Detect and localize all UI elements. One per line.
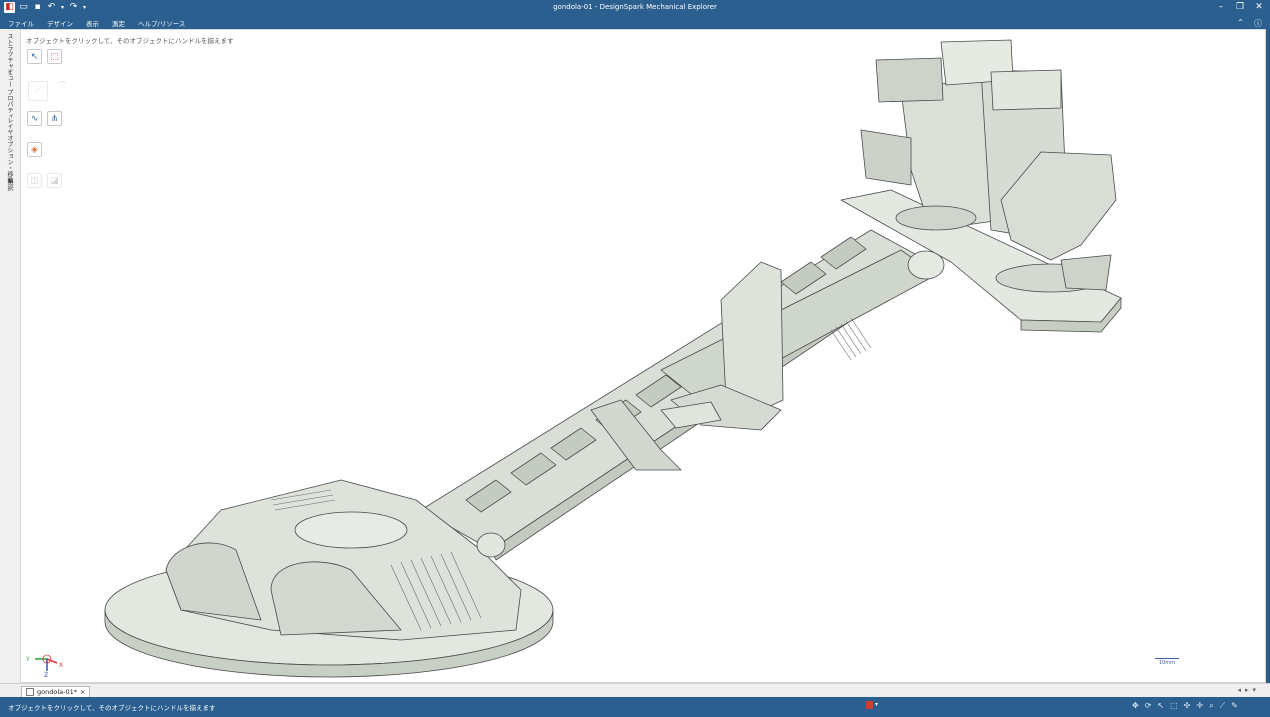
scale-bar: 10mm: [1155, 658, 1179, 666]
close-icon[interactable]: ✕: [1254, 2, 1264, 13]
gondola-3d-model[interactable]: [21, 30, 1267, 684]
triad-y-label: Y: [25, 656, 30, 663]
window-title: gondola-01 - DesignSpark Mechanical Expl…: [553, 3, 717, 11]
scale-label: 10mm: [1158, 660, 1176, 666]
menu-measure[interactable]: 測定: [112, 18, 125, 28]
close-icon[interactable]: ×: [80, 688, 85, 696]
triad-z-label: Z: [44, 672, 48, 677]
spin-icon[interactable]: ⟳: [1145, 701, 1152, 711]
chevron-down-icon[interactable]: ▾: [875, 701, 878, 708]
tab-view[interactable]: ビュー: [5, 69, 14, 87]
select-mode-icon[interactable]: ↖: [1157, 701, 1164, 711]
menu-help-resources[interactable]: ヘルプ/リソース: [138, 18, 185, 28]
status-message: オブジェクトをクリックして、そのオブジェクトにハンドルを揃えます: [8, 704, 216, 712]
view-orient-icon[interactable]: ✣: [1184, 701, 1191, 711]
tab-scroll-right-icon[interactable]: ▸: [1245, 686, 1249, 694]
document-tab-bar: gondola-01* × ◂ ▸ ▾: [0, 683, 1270, 698]
tab-scroll-left-icon[interactable]: ◂: [1237, 686, 1241, 694]
collapse-ribbon-icon[interactable]: ⌃: [1237, 18, 1244, 29]
triad-x-label: X: [59, 662, 63, 669]
menu-bar: ファイル デザイン 表示 測定 ヘルプ/リソース ⌃ ⓘ: [0, 17, 1270, 29]
box-select-icon[interactable]: ⬚: [1170, 701, 1178, 711]
document-tab-label: gondola-01*: [37, 688, 77, 696]
document-icon: [26, 688, 34, 696]
tab-layers[interactable]: レイヤ: [5, 117, 14, 135]
tab-properties[interactable]: プロパティ: [5, 89, 14, 119]
menu-view[interactable]: 表示: [86, 18, 99, 28]
sketch-plane-icon[interactable]: ⟋: [1220, 701, 1226, 711]
status-bar: オブジェクトをクリックして、そのオブジェクトにハンドルを揃えます ▾ ✥ ⟳ ↖…: [0, 697, 1270, 717]
move-view-icon[interactable]: ✛: [1196, 701, 1203, 711]
error-icon[interactable]: [866, 701, 873, 709]
menu-design[interactable]: デザイン: [47, 18, 73, 28]
minimize-icon[interactable]: –: [1216, 2, 1226, 13]
title-bar: ◧ ▭ ▪ ↶ ▾ ↷ ▾ gondola-01 - DesignSpark M…: [0, 0, 1270, 17]
window-controls: – ❐ ✕: [1216, 2, 1264, 13]
axis-triad: Y X Z: [25, 654, 63, 677]
restore-icon[interactable]: ❐: [1235, 2, 1245, 13]
pencil-icon[interactable]: ✎: [1231, 701, 1238, 711]
tab-list-icon[interactable]: ▾: [1252, 686, 1256, 694]
side-panel-tabs: ストラクチャー ビュー プロパティ レイヤ オプション・移動 選択: [0, 29, 21, 683]
design-viewport[interactable]: オブジェクトをクリックして、そのオブジェクトにハンドルを揃えます ↖ ⬚ ⟋ ⌒…: [20, 29, 1266, 683]
pan-icon[interactable]: ✥: [1132, 701, 1139, 711]
menu-file[interactable]: ファイル: [8, 18, 34, 28]
tab-selection[interactable]: 選択: [5, 179, 14, 191]
help-icon[interactable]: ⓘ: [1254, 18, 1262, 29]
zoom-icon[interactable]: ⌕: [1209, 701, 1213, 711]
tab-options-move[interactable]: オプション・移動: [5, 135, 14, 183]
